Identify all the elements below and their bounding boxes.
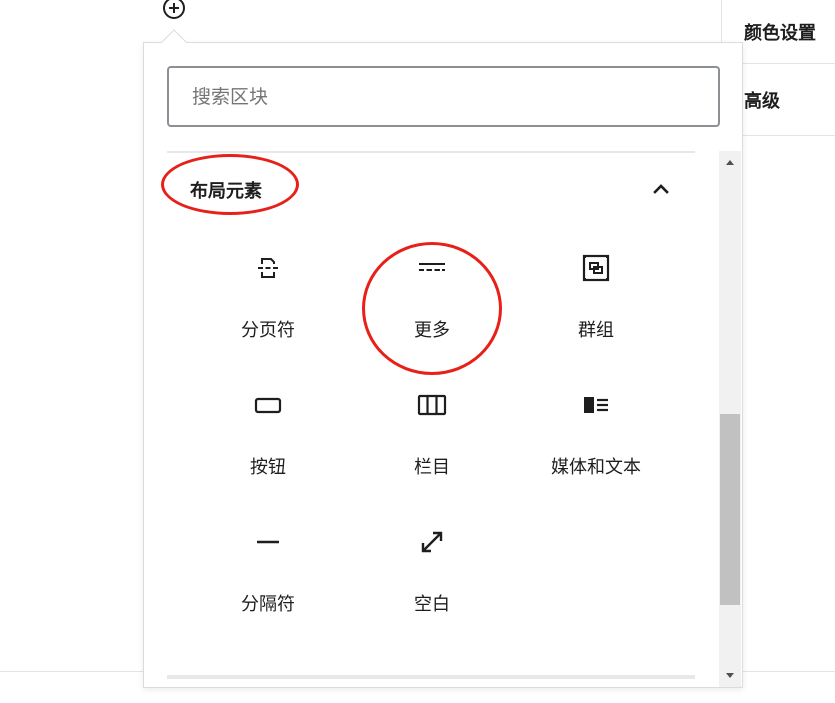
chevron-up-icon[interactable] [649, 177, 673, 201]
block-label: 按钮 [250, 457, 286, 478]
page-break-icon [258, 258, 278, 278]
more-icon [419, 263, 445, 271]
group-icon [582, 254, 610, 282]
search-input[interactable] [169, 68, 718, 125]
block-label: 分页符 [241, 320, 295, 341]
block-label: 媒体和文本 [551, 457, 641, 478]
columns-icon [417, 394, 447, 416]
bottom-divider [167, 675, 695, 679]
scroll-down-arrow-icon[interactable] [719, 665, 741, 687]
block-label: 更多 [414, 320, 450, 341]
button-icon [254, 397, 282, 414]
advanced-label: 高级 [744, 90, 780, 112]
media-text-icon [584, 397, 608, 413]
plus-circle-icon [163, 0, 185, 19]
scroll-up-arrow-icon[interactable] [719, 151, 741, 173]
block-item-page-break[interactable]: 分页符 [186, 238, 350, 368]
category-title: 布局元素 [190, 181, 262, 202]
block-label: 空白 [414, 594, 450, 615]
block-label: 分隔符 [241, 594, 295, 615]
block-item-columns[interactable]: 栏目 [350, 375, 514, 505]
search-box[interactable] [167, 66, 720, 127]
scrollbar-thumb[interactable] [720, 414, 740, 605]
block-item-spacer[interactable]: 空白 [350, 512, 514, 642]
category-divider [167, 151, 695, 153]
block-item-separator[interactable]: 分隔符 [186, 512, 350, 642]
separator-icon [257, 540, 279, 544]
block-item-button[interactable]: 按钮 [186, 375, 350, 505]
add-block-button[interactable] [158, 0, 188, 24]
block-item-group[interactable]: 群组 [514, 238, 678, 368]
block-label: 群组 [578, 320, 614, 341]
block-item-media-text[interactable]: 媒体和文本 [514, 375, 678, 505]
block-item-more[interactable]: 更多 [350, 238, 514, 368]
block-label: 栏目 [414, 457, 450, 478]
popover-scrollbar[interactable] [719, 151, 741, 687]
color-settings-label: 颜色设置 [744, 22, 816, 44]
spacer-icon [421, 531, 443, 553]
category-header-layout[interactable]: 布局元素 [167, 165, 695, 213]
block-inserter-popover: 布局元素 分页符 更多 [143, 42, 743, 688]
